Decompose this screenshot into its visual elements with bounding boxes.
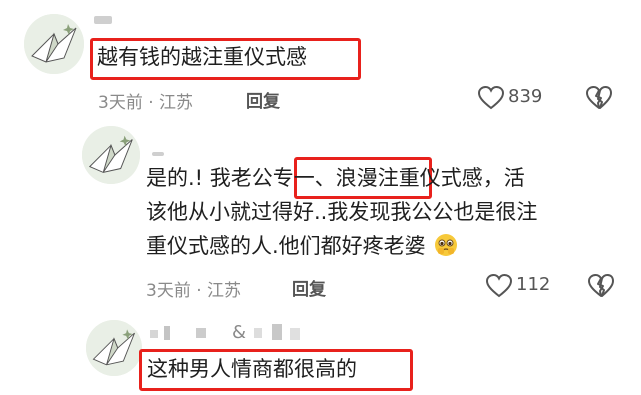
comment-line-2: 该他从小就过得好..我发现我公公也是很注	[146, 200, 538, 224]
crane-icon	[82, 126, 140, 184]
username-redacted[interactable]: &	[150, 322, 320, 344]
broken-heart-icon	[586, 86, 612, 109]
heart-outline-icon	[486, 274, 512, 298]
comment-line-3: 重仪式感的人.他们都好疼老婆	[146, 233, 458, 260]
like-count: 839	[508, 86, 543, 107]
comment-text-post: 注重仪式感，活	[377, 166, 525, 190]
comment-line-1: 是的.! 我老公专一、浪漫注重仪式感，活	[146, 165, 525, 192]
username-redacted[interactable]	[152, 152, 164, 156]
broken-heart-icon	[588, 274, 614, 297]
comment-meta: 3天前 · 江苏	[98, 93, 194, 113]
avatar[interactable]	[82, 126, 140, 184]
comment-text: 这种男人情商都很高的	[147, 357, 357, 381]
heart-outline-icon	[478, 86, 504, 110]
username-fragment: &	[232, 322, 247, 343]
crane-icon	[86, 320, 142, 376]
username-redacted[interactable]	[94, 16, 112, 24]
comment-text-highlight: 专一、浪漫	[272, 166, 378, 190]
comment-text-pre: 是的.! 我老公	[146, 166, 273, 190]
dislike-button[interactable]	[586, 86, 612, 110]
reply-button[interactable]: 回复	[246, 87, 280, 112]
pleading-face-emoji-icon	[435, 234, 458, 256]
comment-text: 越有钱的越注重仪式感	[97, 45, 307, 69]
crane-icon	[24, 14, 84, 74]
comment-line-3-text: 重仪式感的人.他们都好疼老婆	[146, 234, 426, 258]
comment-meta: 3天前 · 江苏	[146, 281, 242, 301]
dislike-button[interactable]	[588, 274, 614, 298]
avatar[interactable]	[24, 14, 84, 74]
like-button[interactable]: 839	[478, 85, 558, 111]
avatar[interactable]	[86, 320, 142, 376]
like-button[interactable]: 112	[486, 273, 556, 299]
like-count: 112	[516, 274, 551, 295]
reply-button[interactable]: 回复	[292, 275, 326, 300]
